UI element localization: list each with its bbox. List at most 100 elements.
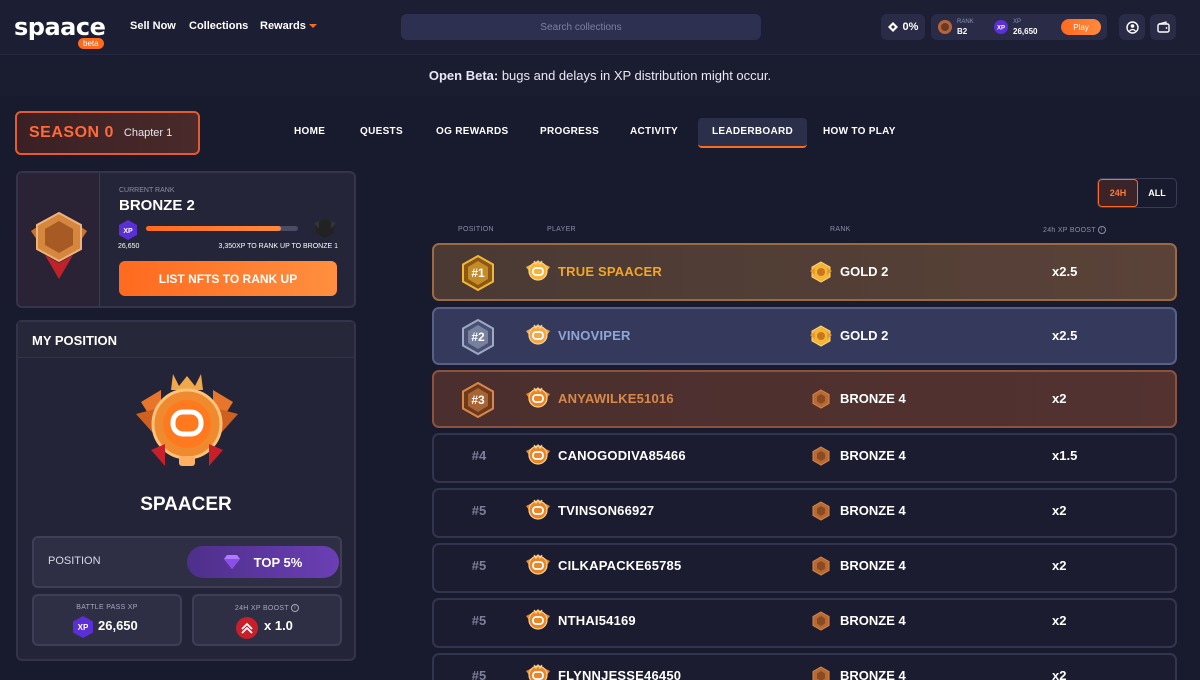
player-boost: x2.5 [1052,264,1078,279]
player-name[interactable]: VINOVIPER [558,328,631,343]
position-pill: TOP 5% [187,546,339,578]
tab-how-to-play[interactable]: HOW TO PLAY [809,118,910,148]
position-badge: #3 [460,381,496,419]
header-boost-label: 24h XP BOOST [1043,226,1096,234]
info-icon[interactable]: i [1098,226,1107,234]
player-rank: BRONZE 4 [840,448,906,463]
bronze-rank-icon [812,666,830,680]
gem-icon [223,555,240,569]
tab-og-rewards[interactable]: OG REWARDS [422,118,522,148]
banner-bold: Open Beta: [428,68,499,83]
diamond-percentage[interactable]: 0% [881,14,925,40]
spaacer-badge-icon [136,374,238,466]
player-rank: BRONZE 4 [840,391,906,406]
nav-sell-now[interactable]: Sell Now [130,20,176,32]
position-number: #1 [471,266,485,280]
percent-value: 0% [902,21,919,33]
player-name[interactable]: CANOGODIVA85466 [558,448,686,463]
time-range-toggle: 24H ALL [1097,178,1177,208]
player-avatar-icon [526,323,550,345]
position-number: #5 [471,558,487,573]
position-number: #2 [471,330,485,344]
table-row[interactable]: #3 ANYAWILKE51016 BRONZE 4 x2 [432,370,1177,428]
current-rank-label: CURRENT RANK [119,187,175,194]
wallet-icon [1156,20,1170,33]
xp-icon: XP [994,20,1008,34]
position-number: #5 [471,668,487,680]
tab-quests[interactable]: QUESTS [346,118,417,148]
player-avatar-icon [526,443,550,465]
battle-pass-label: BATTLE PASS XP [76,604,138,611]
xp-boost-value: x 1.0 [264,618,293,633]
position-badge: #1 [460,254,496,292]
nav-rewards[interactable]: Rewards [260,20,317,32]
beta-banner: Open Beta: bugs and delays in XP distrib… [0,56,1200,96]
spaace-logo[interactable]: spaace beta [14,13,106,49]
position-number: #5 [471,503,487,518]
tab-home[interactable]: HOME [280,118,339,148]
profile-button[interactable] [1119,14,1145,40]
player-rank: BRONZE 4 [840,503,906,518]
xp-boost-label: 24H XP BOOST i [194,604,340,612]
play-button[interactable]: Play [1061,19,1101,35]
banner-text: bugs and delays in XP distribution might… [498,68,772,83]
xp-to-next-rank: 3,350XP TO RANK UP TO BRONZE 1 [218,243,338,250]
header-rank: RANK [830,226,851,233]
player-rank: BRONZE 4 [840,558,906,573]
gold-rank-icon [810,261,832,283]
list-nfts-button[interactable]: LIST NFTS TO RANK UP [119,261,337,296]
player-rank: BRONZE 4 [840,613,906,628]
tab-leaderboard[interactable]: LEADERBOARD [698,118,808,148]
xp-boost-label-text: 24H XP BOOST [234,604,289,612]
bronze-rank-icon [31,211,87,279]
wallet-button[interactable] [1150,14,1176,40]
header-player: PLAYER [547,226,576,233]
player-avatar-icon [526,553,550,575]
current-rank-card: CURRENT RANK BRONZE 2 XP 26,650 3,350XP … [16,171,356,308]
rank-badge-icon [938,20,952,34]
next-rank-icon [314,219,336,238]
season-title: SEASON 0 [29,124,114,141]
rank-label: RANK [957,19,974,25]
tab-progress[interactable]: PROGRESS [526,118,613,148]
logo-text: spaace [14,13,106,41]
tab-activity[interactable]: ACTIVITY [616,118,692,148]
table-row[interactable]: #5 TVINSON66927 BRONZE 4 x2 [432,488,1177,538]
player-name[interactable]: TVINSON66927 [558,503,654,518]
player-name[interactable]: NTHAI54169 [558,613,636,628]
xp-icon: XP [119,220,137,240]
table-row[interactable]: #5 FLYNNJESSE46450 BRONZE 4 x2 [432,653,1177,680]
position-value: TOP 5% [253,554,303,570]
player-rank: GOLD 2 [840,264,889,279]
table-row[interactable]: #5 CILKAPACKE65785 BRONZE 4 x2 [432,543,1177,593]
rank-xp-badge: XP [123,228,133,235]
toggle-all[interactable]: ALL [1138,179,1176,207]
season-chapter: Chapter 1 [123,127,173,139]
player-boost: x2 [1052,558,1067,573]
player-name[interactable]: FLYNNJESSE46450 [558,668,681,680]
diamond-icon [887,22,898,32]
toggle-24h[interactable]: 24H [1098,179,1138,207]
player-boost: x2 [1052,503,1067,518]
header-position: POSITION [458,226,494,233]
player-name[interactable]: CILKAPACKE65785 [558,558,681,573]
table-row[interactable]: #5 NTHAI54169 BRONZE 4 x2 [432,598,1177,648]
rank-xp-value: 26,650 [118,243,140,250]
position-row: POSITION TOP 5% [32,536,342,588]
table-row[interactable]: #2 VINOVIPER GOLD 2 x2.5 [432,307,1177,365]
my-position-header: MY POSITION [18,322,354,358]
search-input[interactable] [401,14,761,40]
player-name[interactable]: ANYAWILKE51016 [558,391,674,406]
player-boost: x2 [1052,613,1067,628]
table-row[interactable]: #4 CANOGODIVA85466 BRONZE 4 x1.5 [432,433,1177,483]
beta-badge: beta [78,38,104,49]
player-name[interactable]: TRUE SPAACER [558,264,662,279]
nav-collections[interactable]: Collections [189,20,248,32]
position-label: POSITION [48,555,101,567]
info-icon[interactable]: i [291,604,300,612]
player-boost: x2 [1052,391,1067,406]
bronze-rank-icon [812,446,830,466]
position-number: #5 [471,613,487,628]
table-row[interactable]: #1 TRUE SPAACER GOLD 2 x2.5 [432,243,1177,301]
bronze-rank-icon [812,611,830,631]
